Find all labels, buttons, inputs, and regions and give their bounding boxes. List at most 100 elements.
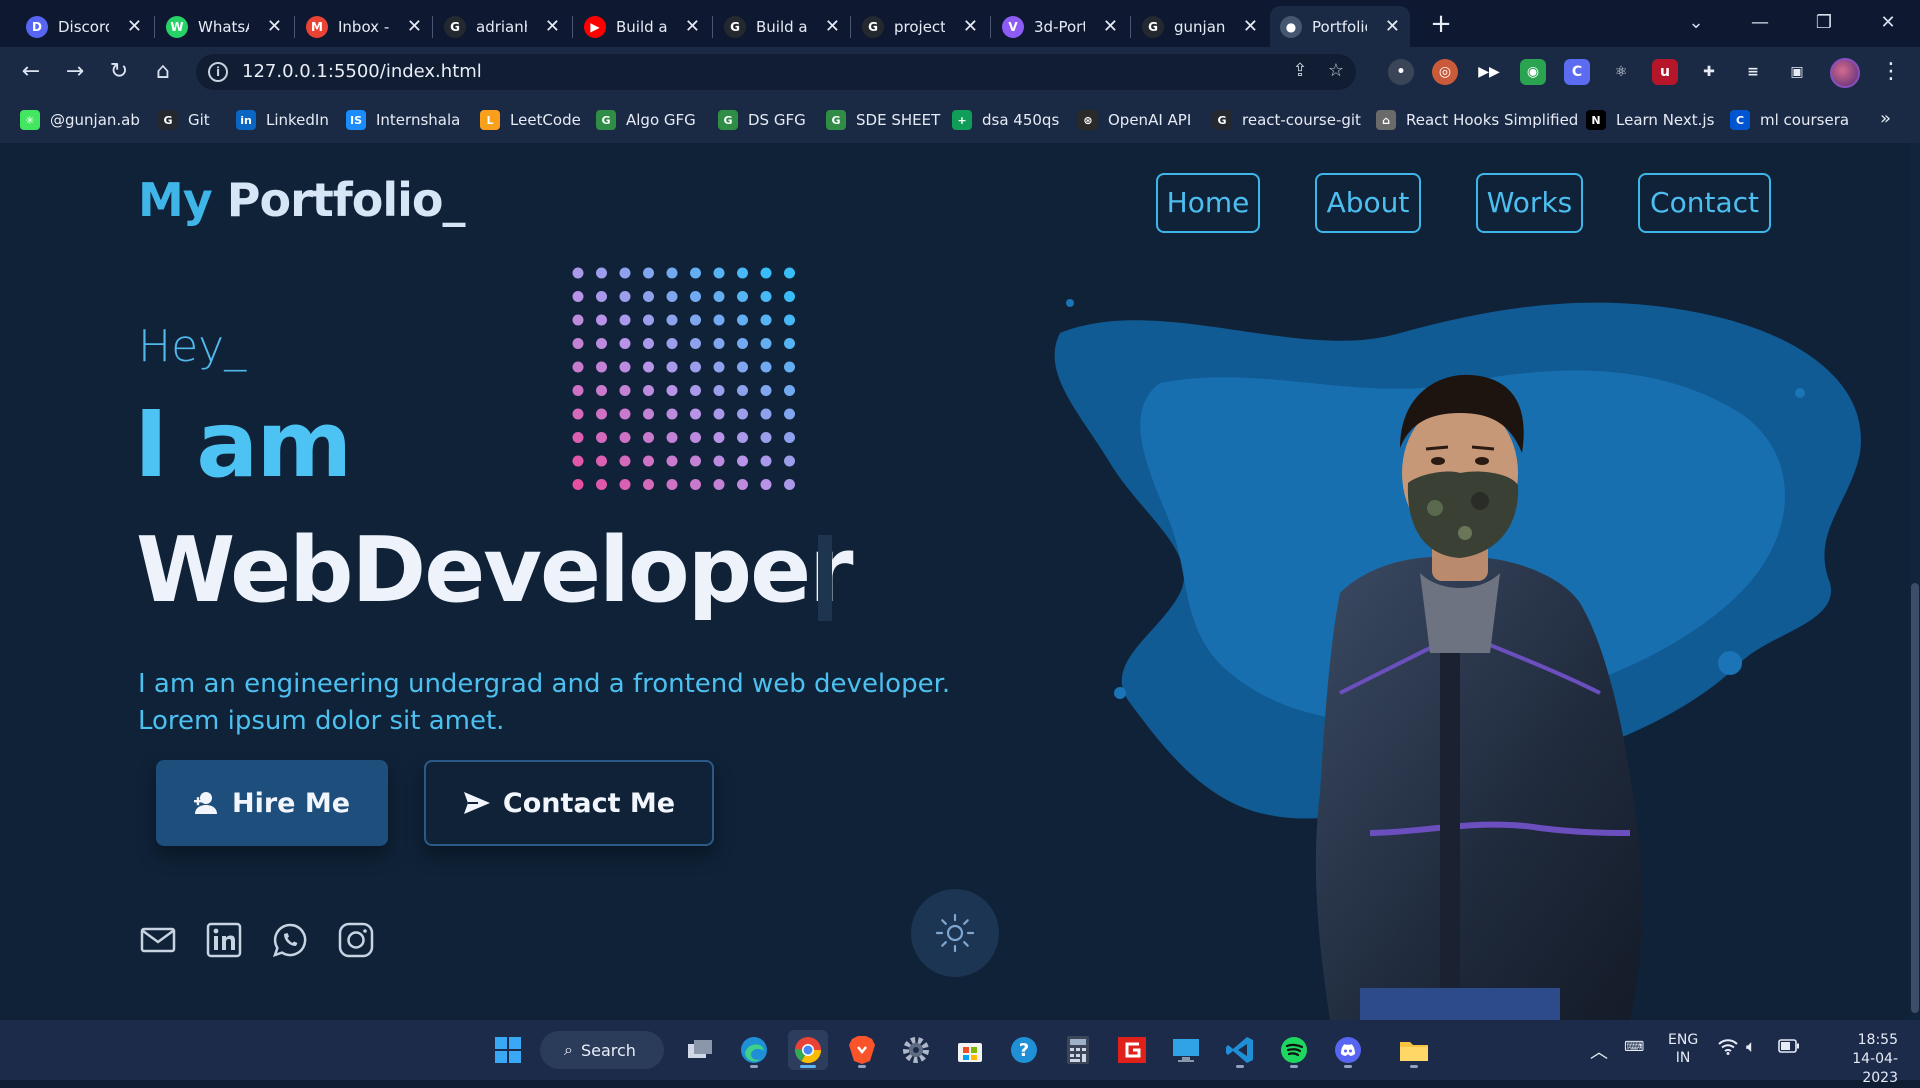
- bookmark-item[interactable]: ⌂ React Hooks Simplified: [1376, 108, 1578, 132]
- bookmark-item[interactable]: IS Internshala: [346, 108, 460, 132]
- browser-tab[interactable]: ▶ Build and ✕: [574, 6, 710, 47]
- bookmark-item[interactable]: + dsa 450qs: [952, 108, 1059, 132]
- browser-tab[interactable]: Gproject ✕: [852, 6, 988, 47]
- nav-contact[interactable]: Contact: [1638, 173, 1771, 233]
- profile-avatar[interactable]: [1830, 58, 1860, 88]
- bookmark-item[interactable]: G Git: [158, 108, 210, 132]
- nav-about[interactable]: About: [1315, 173, 1421, 233]
- chrome-icon[interactable]: [788, 1030, 828, 1070]
- browser-menu-icon[interactable]: ⋮: [1880, 56, 1902, 88]
- scrollbar-thumb[interactable]: [1911, 583, 1919, 1013]
- brave-icon[interactable]: [842, 1030, 882, 1070]
- grid-dot: [737, 267, 748, 279]
- close-tab-icon[interactable]: ✕: [1243, 16, 1258, 37]
- browser-tab[interactable]: Gadrianhajdin ✕: [434, 6, 570, 47]
- keyboard-icon[interactable]: ⌨: [1624, 1039, 1644, 1055]
- address-bar[interactable]: i 127.0.0.1:5500/index.html ⇪ ☆: [196, 54, 1356, 90]
- bookmark-item[interactable]: G DS GFG: [718, 108, 806, 132]
- back-button[interactable]: ←: [16, 57, 46, 87]
- extension-forward-icon[interactable]: ▶▶: [1476, 59, 1502, 85]
- battery-icon[interactable]: [1778, 1039, 1800, 1057]
- spotify-icon[interactable]: [1274, 1030, 1314, 1070]
- mail-icon[interactable]: [139, 921, 177, 959]
- browser-tab[interactable]: Ggunjan ✕: [1132, 6, 1268, 47]
- close-tab-icon[interactable]: ✕: [685, 16, 700, 37]
- discord-icon[interactable]: [1328, 1030, 1368, 1070]
- bookmark-label: SDE SHEET: [856, 111, 941, 129]
- theme-toggle-button[interactable]: [911, 889, 999, 977]
- volume-icon[interactable]: 🔈︎: [1746, 1037, 1756, 1057]
- reload-button[interactable]: ↻: [104, 57, 134, 87]
- language-indicator[interactable]: ENG IN: [1668, 1031, 1698, 1067]
- share-icon[interactable]: ⇪: [1288, 60, 1312, 84]
- task-view-icon[interactable]: [680, 1030, 720, 1070]
- browser-tab[interactable]: G Build and ✕: [714, 6, 850, 47]
- linkedin-icon[interactable]: [205, 921, 243, 959]
- browser-tab[interactable]: W WhatsApp ✕: [156, 6, 292, 47]
- browser-tab[interactable]: ● Portfolio ✕: [1270, 6, 1410, 47]
- ublock-icon[interactable]: u: [1652, 59, 1678, 85]
- hire-me-button[interactable]: Hire Me: [156, 760, 388, 846]
- extension-eye-icon[interactable]: ◉: [1520, 59, 1546, 85]
- close-tab-icon[interactable]: ✕: [963, 16, 978, 37]
- bookmark-item[interactable]: ⊛ OpenAI API: [1078, 108, 1191, 132]
- browser-tab[interactable]: M Inbox - ✕: [296, 6, 432, 47]
- close-tab-icon[interactable]: ✕: [1103, 16, 1118, 37]
- new-tab-button[interactable]: +: [1426, 9, 1456, 39]
- nav-home[interactable]: Home: [1156, 173, 1260, 233]
- bookmark-item[interactable]: Greact-course-git: [1212, 108, 1361, 132]
- settings-gear-icon[interactable]: [896, 1030, 936, 1070]
- close-tab-icon[interactable]: ✕: [545, 16, 560, 37]
- instagram-icon[interactable]: [337, 921, 375, 959]
- system-clock[interactable]: 18:55 14-04-2023: [1818, 1031, 1898, 1088]
- extension-c-icon[interactable]: C: [1564, 59, 1590, 85]
- close-window-button[interactable]: ✕: [1868, 8, 1908, 38]
- bookmark-item[interactable]: G Algo GFG: [596, 108, 696, 132]
- extension-owl-icon[interactable]: ◎: [1432, 59, 1458, 85]
- close-tab-icon[interactable]: ✕: [127, 16, 142, 37]
- taskbar-search[interactable]: ⌕ Search: [540, 1031, 664, 1069]
- browser-tab[interactable]: V 3d-Portfolio ✕: [992, 6, 1128, 47]
- bookmark-item[interactable]: L LeetCode: [480, 108, 581, 132]
- react-devtools-icon[interactable]: ⚛: [1608, 59, 1634, 85]
- bookmarks-overflow-icon[interactable]: »: [1880, 108, 1891, 129]
- nav-works[interactable]: Works: [1476, 173, 1583, 233]
- tab-search-chevron-icon[interactable]: ⌄: [1676, 8, 1716, 38]
- extensions-puzzle-icon[interactable]: ✚: [1696, 59, 1722, 85]
- wifi-icon[interactable]: [1718, 1039, 1738, 1059]
- site-info-icon[interactable]: i: [208, 62, 228, 82]
- home-button[interactable]: ⌂: [148, 57, 178, 87]
- bookmark-item[interactable]: N Learn Next.js: [1586, 108, 1714, 132]
- browser-tab[interactable]: D Discord ✕: [16, 6, 152, 47]
- show-hidden-icons-chevron-icon[interactable]: ︿: [1590, 1038, 1608, 1064]
- url-text[interactable]: 127.0.0.1:5500/index.html: [242, 61, 482, 82]
- calculator-icon[interactable]: [1058, 1030, 1098, 1070]
- bookmark-item[interactable]: G SDE SHEET: [826, 108, 940, 132]
- red-g-app-icon[interactable]: [1112, 1030, 1152, 1070]
- page-scrollbar[interactable]: [1910, 143, 1920, 1020]
- extension-icon[interactable]: •: [1388, 59, 1414, 85]
- edge-icon[interactable]: [734, 1030, 774, 1070]
- media-queue-icon[interactable]: ≡: [1740, 59, 1766, 85]
- restore-button[interactable]: ❐: [1804, 8, 1844, 38]
- close-tab-icon[interactable]: ✕: [267, 16, 282, 37]
- whatsapp-icon[interactable]: [271, 921, 309, 959]
- windows-start-icon[interactable]: [488, 1030, 528, 1070]
- vscode-icon[interactable]: [1220, 1030, 1260, 1070]
- close-tab-icon[interactable]: ✕: [1385, 16, 1400, 37]
- bookmark-star-icon[interactable]: ☆: [1324, 60, 1348, 84]
- forward-button[interactable]: →: [60, 57, 90, 87]
- minimize-button[interactable]: —: [1740, 8, 1780, 38]
- file-explorer-icon[interactable]: [1394, 1030, 1434, 1070]
- help-icon[interactable]: ?: [1004, 1030, 1044, 1070]
- bookmark-item[interactable]: in LinkedIn: [236, 108, 329, 132]
- side-panel-icon[interactable]: ▣: [1784, 59, 1810, 85]
- site-logo[interactable]: My Portfolio_: [138, 173, 466, 227]
- bookmark-item[interactable]: Cml coursera: [1730, 108, 1849, 132]
- bookmark-item[interactable]: ✳ @gunjan.ab: [20, 108, 140, 132]
- contact-me-button[interactable]: Contact Me: [424, 760, 714, 846]
- microsoft-store-icon[interactable]: [950, 1030, 990, 1070]
- close-tab-icon[interactable]: ✕: [825, 16, 840, 37]
- remote-desktop-icon[interactable]: [1166, 1030, 1206, 1070]
- close-tab-icon[interactable]: ✕: [407, 16, 422, 37]
